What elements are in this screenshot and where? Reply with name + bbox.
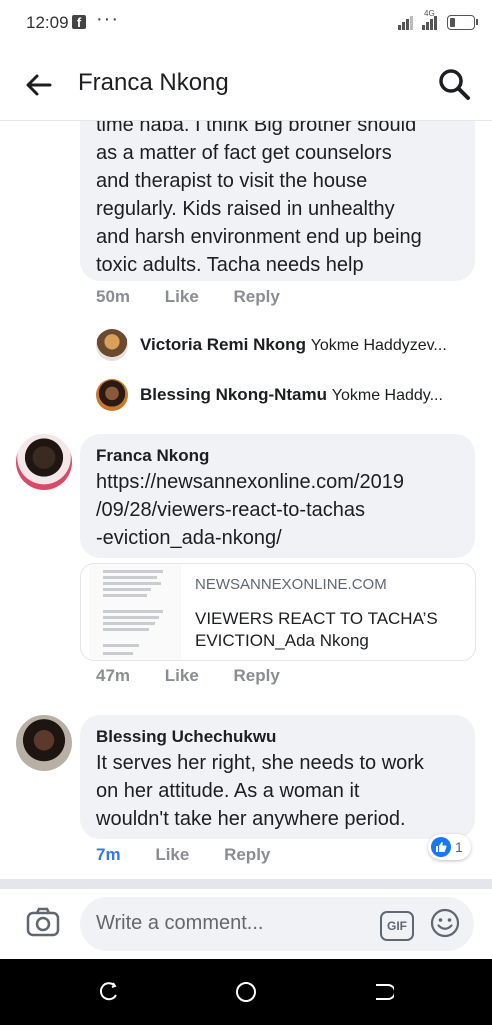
like-button[interactable]: Like — [165, 287, 199, 306]
system-nav-bar — [0, 959, 492, 1025]
comment-time: 7m — [96, 845, 121, 864]
more-notifications-icon: ··· — [96, 8, 119, 30]
comment-text-line: as a matter of fact get counselors — [96, 142, 392, 164]
comment-bubble[interactable]: Blessing Uchechukwu It serves her right,… — [80, 715, 475, 839]
thumbs-up-icon — [431, 837, 451, 857]
commenter-avatar[interactable] — [16, 715, 72, 771]
signal-icon-2 — [422, 16, 437, 30]
reply-author: Blessing Nkong-Ntamu — [140, 385, 328, 404]
reply-snippet: Yokme Haddyzev... — [310, 337, 447, 354]
reply-author: Victoria Remi Nkong — [140, 335, 306, 354]
page-title: Franca Nkong — [78, 69, 229, 96]
comment-link-line[interactable]: -eviction_ada-nkong/ — [96, 524, 404, 552]
link-preview-thumbnail — [89, 564, 181, 660]
link-preview-title: VIEWERS REACT TO TACHA’S EVICTION_Ada Nk… — [195, 609, 438, 650]
emoji-icon[interactable] — [430, 908, 460, 938]
reply-button[interactable]: Reply — [224, 845, 270, 864]
status-time: 12:09 — [26, 13, 69, 32]
recent-apps-icon[interactable] — [98, 981, 120, 1003]
reply-button[interactable]: Reply — [234, 287, 280, 306]
reply-button[interactable]: Reply — [234, 666, 280, 685]
back-arrow-icon[interactable] — [24, 70, 54, 100]
comment-text-line: and therapist to visit the house — [96, 170, 368, 192]
comment-link-line[interactable]: https://newsannexonline.com/2019 — [96, 468, 404, 496]
comment-time: 50m — [96, 287, 131, 306]
comment-text-line: on her attitude. As a woman it — [96, 780, 360, 802]
link-preview-domain: NEWSANNEXONLINE.COM — [195, 576, 387, 593]
avatar[interactable] — [96, 379, 128, 411]
search-icon[interactable] — [437, 67, 471, 101]
home-icon[interactable] — [235, 981, 257, 1003]
comment-actions: 7m Like Reply — [96, 845, 300, 865]
battery-icon — [447, 15, 478, 30]
reply-snippet: Yokme Haddy... — [331, 387, 443, 404]
comment-bubble[interactable]: Franca Nkong https://newsannexonline.com… — [80, 434, 475, 558]
comment-bubble[interactable]: time naba. I think Big brother should as… — [80, 121, 475, 281]
comment-link-line[interactable]: /09/28/viewers-react-to-tachas — [96, 496, 404, 524]
comment-actions: 47m Like Reply — [96, 666, 310, 686]
commenter-avatar[interactable] — [16, 434, 72, 490]
comment-text-line: wouldn't take her anywhere period. — [96, 808, 406, 830]
comments-thread[interactable]: time naba. I think Big brother should as… — [0, 121, 492, 879]
reply-preview-row[interactable]: Blessing Nkong-Ntamu Yokme Haddy... — [96, 379, 476, 413]
comment-author[interactable]: Franca Nkong — [96, 446, 209, 466]
comment-text-line: It serves her right, she needs to work — [96, 752, 424, 774]
signal-icon — [398, 16, 413, 30]
comment-time: 47m — [96, 666, 131, 685]
status-bar: 12:09 f ··· 4G — [0, 0, 492, 48]
camera-icon[interactable] — [26, 907, 60, 937]
comment-actions: 50m Like Reply — [96, 287, 310, 307]
comment-text-line: time naba. I think Big brother should — [96, 121, 417, 136]
comment-input-placeholder: Write a comment... — [96, 912, 264, 934]
link-preview-card[interactable]: NEWSANNEXONLINE.COM VIEWERS REACT TO TAC… — [80, 563, 476, 661]
reaction-count: 1 — [455, 839, 463, 855]
comment-author[interactable]: Blessing Uchechukwu — [96, 727, 276, 747]
facebook-notification-icon: f — [72, 15, 86, 30]
comment-text-line: and harsh environment end up being — [96, 226, 422, 248]
divider — [0, 879, 492, 889]
like-button[interactable]: Like — [155, 845, 189, 864]
avatar[interactable] — [96, 329, 128, 361]
like-button[interactable]: Like — [165, 666, 199, 685]
reaction-badge[interactable]: 1 — [428, 834, 471, 860]
gif-button[interactable]: GIF — [380, 911, 414, 941]
app-header: Franca Nkong — [0, 48, 492, 121]
reply-preview-row[interactable]: Victoria Remi Nkong Yokme Haddyzev... — [96, 329, 476, 363]
comment-input[interactable]: Write a comment... GIF — [80, 897, 474, 951]
comment-text-line: regularly. Kids raised in unhealthy — [96, 198, 395, 220]
comment-text-line: toxic adults. Tacha needs help — [96, 254, 364, 276]
comment-composer: Write a comment... GIF — [0, 889, 492, 959]
back-icon[interactable] — [372, 981, 394, 1003]
